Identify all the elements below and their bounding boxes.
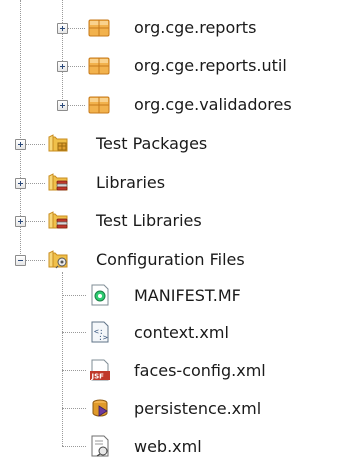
test-libraries-folder-icon — [48, 211, 68, 229]
tree-guide-line — [25, 144, 45, 145]
jsf-file-icon: JSF — [90, 359, 110, 381]
tree-guide-line — [25, 260, 45, 261]
tree-guide-line — [62, 370, 86, 371]
libraries-folder-icon — [48, 173, 68, 191]
expand-icon[interactable] — [57, 61, 68, 72]
test-packages-folder-icon — [48, 134, 68, 152]
persistence-file-icon — [92, 399, 108, 417]
tree-guide-line — [62, 408, 86, 409]
tree-node-package[interactable]: org.cge.reports — [0, 12, 340, 42]
tree-node-label: MANIFEST.MF — [134, 286, 241, 305]
tree-guide-line — [62, 446, 86, 447]
svg-text::>: :> — [98, 333, 108, 342]
tree-node-label: Libraries — [96, 173, 166, 192]
tree-node-libraries[interactable]: Libraries — [0, 167, 340, 197]
tree-node-test-packages[interactable]: Test Packages — [0, 128, 340, 158]
package-icon — [88, 57, 110, 75]
web-xml-file-icon — [91, 435, 109, 457]
expand-icon[interactable] — [15, 178, 26, 189]
expand-icon[interactable] — [15, 139, 26, 150]
tree-node-label: Configuration Files — [96, 250, 245, 269]
tree-node-configuration-files[interactable]: Configuration Files — [0, 244, 340, 274]
tree-guide-line — [62, 272, 63, 446]
tree-node-context-xml[interactable]: <: :> context.xml — [86, 318, 340, 348]
tree-node-label: context.xml — [134, 323, 229, 342]
tree-node-label: org.cge.validadores — [134, 95, 292, 114]
tree-node-label: org.cge.reports — [134, 18, 257, 37]
tree-guide-line — [62, 295, 86, 296]
tree-node-package[interactable]: org.cge.reports.util — [0, 50, 340, 80]
manifest-file-icon — [91, 284, 109, 306]
package-icon — [88, 19, 110, 37]
tree-guide-line — [25, 183, 45, 184]
tree-node-web-xml[interactable]: web.xml — [86, 432, 340, 462]
xml-file-icon: <: :> — [91, 321, 109, 343]
tree-node-label: web.xml — [134, 437, 202, 456]
tree-node-label: Test Packages — [96, 134, 208, 153]
package-icon — [88, 96, 110, 114]
tree-guide-line — [67, 28, 85, 29]
tree-node-test-libraries[interactable]: Test Libraries — [0, 205, 340, 235]
tree-node-faces-config[interactable]: JSF faces-config.xml — [86, 356, 340, 386]
tree-node-label: faces-config.xml — [134, 361, 266, 380]
tree-node-label: persistence.xml — [134, 399, 262, 418]
expand-icon[interactable] — [57, 23, 68, 34]
expand-icon[interactable] — [15, 216, 26, 227]
tree-guide-line — [25, 221, 45, 222]
configuration-files-folder-icon — [48, 250, 68, 269]
collapse-icon[interactable] — [15, 255, 26, 266]
tree-node-persistence[interactable]: persistence.xml — [86, 394, 340, 424]
tree-guide-line — [67, 105, 85, 106]
tree-node-label: org.cge.reports.util — [134, 56, 287, 75]
tree-node-manifest[interactable]: MANIFEST.MF — [86, 281, 340, 311]
tree-node-package[interactable]: org.cge.validadores — [0, 89, 340, 119]
tree-guide-line — [67, 66, 85, 67]
tree-node-label: Test Libraries — [96, 211, 202, 230]
project-tree: org.cge.reports org.cge.reports.util org… — [0, 0, 340, 463]
tree-guide-line — [62, 332, 86, 333]
svg-text:JSF: JSF — [91, 373, 105, 381]
expand-icon[interactable] — [57, 100, 68, 111]
